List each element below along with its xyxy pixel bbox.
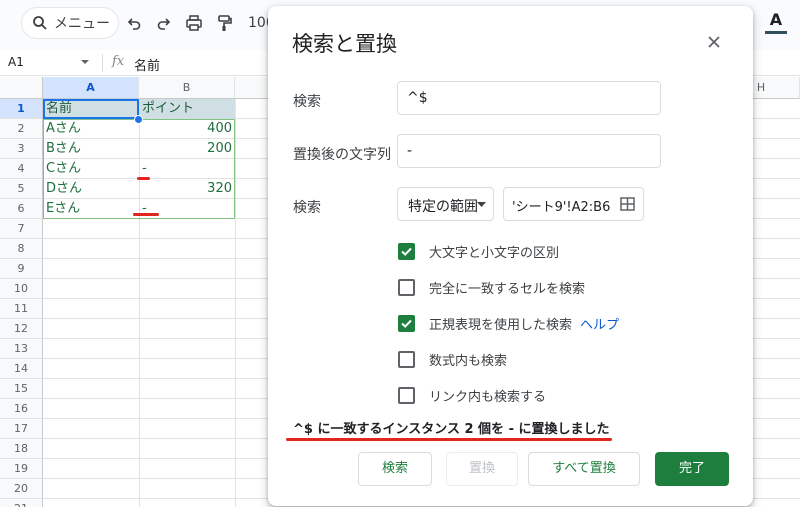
search-scope-select[interactable]: 特定の範囲 [397,187,494,221]
option-label: 数式内も検索 [429,353,508,369]
find-input[interactable]: ^$ [397,81,661,115]
checkbox-unchecked[interactable] [398,386,415,404]
replace-button[interactable]: 置換 [446,452,518,486]
help-link[interactable]: ヘルプ [580,314,619,333]
gridline [235,99,236,507]
annotation-underline [286,438,612,441]
close-icon[interactable] [702,30,726,54]
row-header[interactable]: 19 [0,459,43,479]
dialog-title: 検索と置換 [292,32,397,56]
select-range-icon[interactable] [620,197,635,211]
row-header[interactable]: 8 [0,239,43,259]
find-button[interactable]: 検索 [358,452,432,486]
replace-label: 置換後の文字列 [293,147,391,163]
undo-icon[interactable] [124,13,144,33]
checkbox-unchecked[interactable] [398,278,415,296]
sheets-window: メニュー 100 A A1 fx 名前 A B H 名前 ポイント Aさん 40… [0,0,800,507]
row-header[interactable]: 12 [0,319,43,339]
option-label: 正規表現を使用した検索 [429,317,573,333]
checkbox-unchecked[interactable] [398,350,415,368]
paint-format-icon[interactable] [214,13,234,33]
status-message: ^$ に一致するインスタンス 2 個を - に置換しました [293,422,610,437]
search-icon [33,16,47,30]
option-regex[interactable]: 正規表現を使用した検索 ヘルプ [398,312,619,334]
formula-input[interactable]: 名前 [134,55,160,74]
option-match-entire-cell[interactable]: 完全に一致するセルを検索 [398,276,585,298]
checkbox-checked[interactable] [398,242,415,260]
fill-handle[interactable] [134,115,143,124]
row-header[interactable]: 1 [0,99,43,119]
row-header[interactable]: 9 [0,259,43,279]
row-header[interactable]: 6 [0,199,43,219]
range-highlight [43,119,235,219]
row-header[interactable]: 14 [0,359,43,379]
option-search-formulas[interactable]: 数式内も検索 [398,348,507,370]
option-label: リンク内も検索する [429,389,547,405]
range-value: 'シート9'!A2:B6 [512,200,611,215]
print-icon[interactable] [184,13,204,33]
row-header[interactable]: 2 [0,119,43,139]
row-header[interactable]: 11 [0,299,43,319]
row-header[interactable]: 10 [0,279,43,299]
row-header[interactable]: 18 [0,439,43,459]
checkbox-checked[interactable] [398,314,415,332]
chevron-down-icon[interactable] [80,58,90,66]
column-header-a[interactable]: A [43,77,139,99]
range-input[interactable]: 'シート9'!A2:B6 [503,187,644,221]
option-label: 大文字と小文字の区別 [429,245,560,261]
fx-icon: fx [112,54,125,69]
find-label: 検索 [293,94,321,110]
find-replace-dialog: 検索と置換 検索 ^$ 置換後の文字列 - 検索 特定の範囲 'シート9'!A2… [268,6,753,506]
annotation-underline [133,213,159,216]
search-scope-label: 検索 [293,200,321,216]
redo-icon[interactable] [154,13,174,33]
option-label: 完全に一致するセルを検索 [429,281,586,297]
divider [102,54,103,72]
chevron-down-icon [477,202,486,207]
row-header[interactable]: 20 [0,479,43,499]
menu-search-button[interactable]: メニュー [22,8,118,38]
annotation-underline [137,177,150,180]
select-all-corner[interactable] [0,77,43,99]
row-header[interactable]: 7 [0,219,43,239]
row-header[interactable]: 13 [0,339,43,359]
replace-input[interactable]: - [397,134,661,168]
row-header[interactable]: 4 [0,159,43,179]
row-header[interactable]: 17 [0,419,43,439]
replace-all-button[interactable]: すべて置換 [528,452,640,486]
column-header-b[interactable]: B [139,77,235,99]
row-header[interactable]: 15 [0,379,43,399]
text-color-button[interactable]: A [765,10,787,36]
row-header[interactable]: 5 [0,179,43,199]
row-header[interactable]: 3 [0,139,43,159]
row-header[interactable]: 16 [0,399,43,419]
done-button[interactable]: 完了 [655,452,729,486]
menu-search-label: メニュー [54,16,110,32]
cell-b1[interactable]: ポイント [139,99,235,119]
row-header[interactable]: 21 [0,499,43,507]
text-color-swatch [765,31,787,34]
option-match-case[interactable]: 大文字と小文字の区別 [398,240,559,262]
search-scope-value: 特定の範囲 [408,199,478,215]
active-cell-outline [43,99,139,119]
text-color-label: A [769,10,783,29]
name-box[interactable]: A1 [8,55,24,69]
option-search-links[interactable]: リンク内も検索する [398,384,546,406]
